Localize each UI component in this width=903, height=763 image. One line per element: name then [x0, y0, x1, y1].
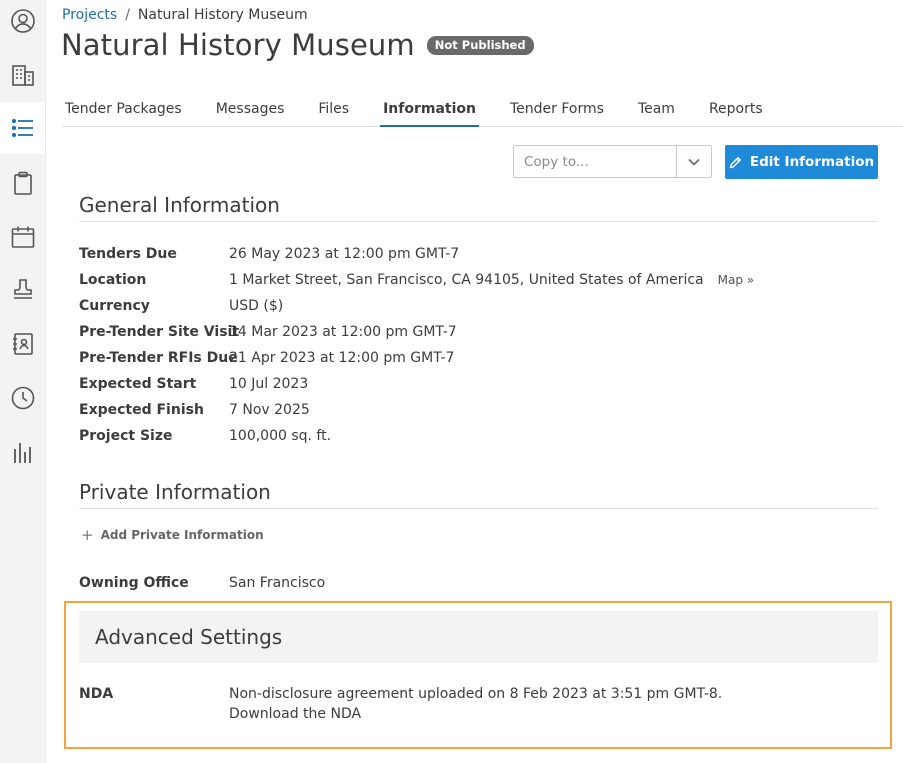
info-label: Currency	[79, 298, 150, 314]
building-icon	[11, 65, 34, 86]
info-label: Location	[79, 272, 147, 288]
sidebar-item-reports[interactable]	[0, 427, 45, 479]
calendar-icon	[11, 226, 34, 248]
edit-information-label: Edit Information	[749, 154, 875, 170]
copy-to-placeholder: Copy to...	[524, 154, 589, 170]
chevron-down-icon	[688, 158, 700, 166]
clock-icon	[11, 386, 34, 410]
info-value: 100,000 sq. ft.	[229, 428, 332, 444]
title-row: Natural History Museum Not Published	[61, 28, 534, 62]
plus-icon: +	[81, 526, 94, 544]
download-nda-link[interactable]: Download the NDA	[229, 705, 361, 723]
tab-team[interactable]: Team	[635, 94, 678, 126]
tab-messages[interactable]: Messages	[213, 94, 288, 126]
info-label: Tenders Due	[79, 246, 177, 262]
breadcrumb: Projects / Natural History Museum	[62, 7, 308, 23]
info-label: Expected Start	[79, 376, 197, 392]
general-information-title: General Information	[79, 193, 280, 217]
advanced-settings-title: Advanced Settings	[95, 625, 283, 649]
sidebar-item-tasks[interactable]	[0, 157, 45, 209]
general-information-divider	[79, 221, 878, 222]
sidebar-item-history[interactable]	[0, 372, 45, 424]
info-value: 26 May 2023 at 12:00 pm GMT-7	[229, 246, 460, 262]
page-title: Natural History Museum	[61, 28, 415, 62]
sidebar	[0, 0, 46, 763]
list-icon	[11, 118, 33, 138]
add-private-information-button[interactable]: + Add Private Information	[81, 526, 264, 544]
tab-information[interactable]: Information	[380, 94, 479, 127]
add-private-information-label: Add Private Information	[100, 528, 264, 542]
tab-tender-forms[interactable]: Tender Forms	[507, 94, 607, 126]
copy-to-select[interactable]: Copy to...	[513, 145, 712, 178]
info-label: NDA	[79, 686, 114, 702]
status-badge: Not Published	[426, 35, 534, 55]
info-label: Pre-Tender RFIs Due	[79, 350, 238, 366]
info-value: San Francisco	[229, 575, 326, 591]
sidebar-item-profile[interactable]	[0, 0, 45, 47]
info-label: Owning Office	[79, 575, 189, 591]
bar-chart-icon	[13, 443, 31, 463]
tab-files[interactable]: Files	[315, 94, 352, 126]
pencil-icon	[729, 156, 742, 168]
clipboard-icon	[13, 171, 32, 195]
sidebar-item-approvals[interactable]	[0, 264, 45, 316]
breadcrumb-separator: /	[125, 7, 130, 23]
info-label: Expected Finish	[79, 402, 204, 418]
sidebar-item-projects[interactable]	[0, 102, 45, 154]
tab-tender-packages[interactable]: Tender Packages	[62, 94, 185, 126]
info-value: 7 Nov 2025	[229, 402, 310, 418]
tab-reports[interactable]: Reports	[706, 94, 766, 126]
info-value: 1 Market Street, San Francisco, CA 94105…	[229, 271, 754, 289]
private-information-title: Private Information	[79, 480, 271, 504]
sidebar-item-calendar[interactable]	[0, 211, 45, 263]
info-value: Non-disclosure agreement uploaded on 8 F…	[229, 686, 723, 702]
info-label: Pre-Tender Site Visit	[79, 324, 240, 340]
copy-to-dropdown-toggle[interactable]	[676, 146, 711, 177]
info-value: 10 Jul 2023	[229, 376, 309, 392]
breadcrumb-current: Natural History Museum	[137, 7, 308, 23]
info-label: Project Size	[79, 428, 173, 444]
private-information-divider	[79, 508, 878, 509]
sidebar-item-company[interactable]	[0, 49, 45, 101]
edit-information-button[interactable]: Edit Information	[725, 145, 878, 179]
address-book-icon	[12, 333, 33, 355]
stamp-icon	[13, 279, 32, 299]
advanced-settings-header: Advanced Settings	[79, 611, 878, 663]
info-value: USD ($)	[229, 298, 284, 314]
project-tabs: Tender Packages Messages Files Informati…	[62, 94, 903, 127]
location-text: 1 Market Street, San Francisco, CA 94105…	[229, 272, 704, 288]
info-value: 21 Apr 2023 at 12:00 pm GMT-7	[229, 350, 455, 366]
sidebar-item-directory[interactable]	[0, 318, 45, 370]
user-circle-icon	[10, 9, 35, 33]
breadcrumb-projects-link[interactable]: Projects	[62, 7, 117, 23]
map-link[interactable]: Map »	[718, 273, 754, 287]
info-value: 14 Mar 2023 at 12:00 pm GMT-7	[229, 324, 457, 340]
